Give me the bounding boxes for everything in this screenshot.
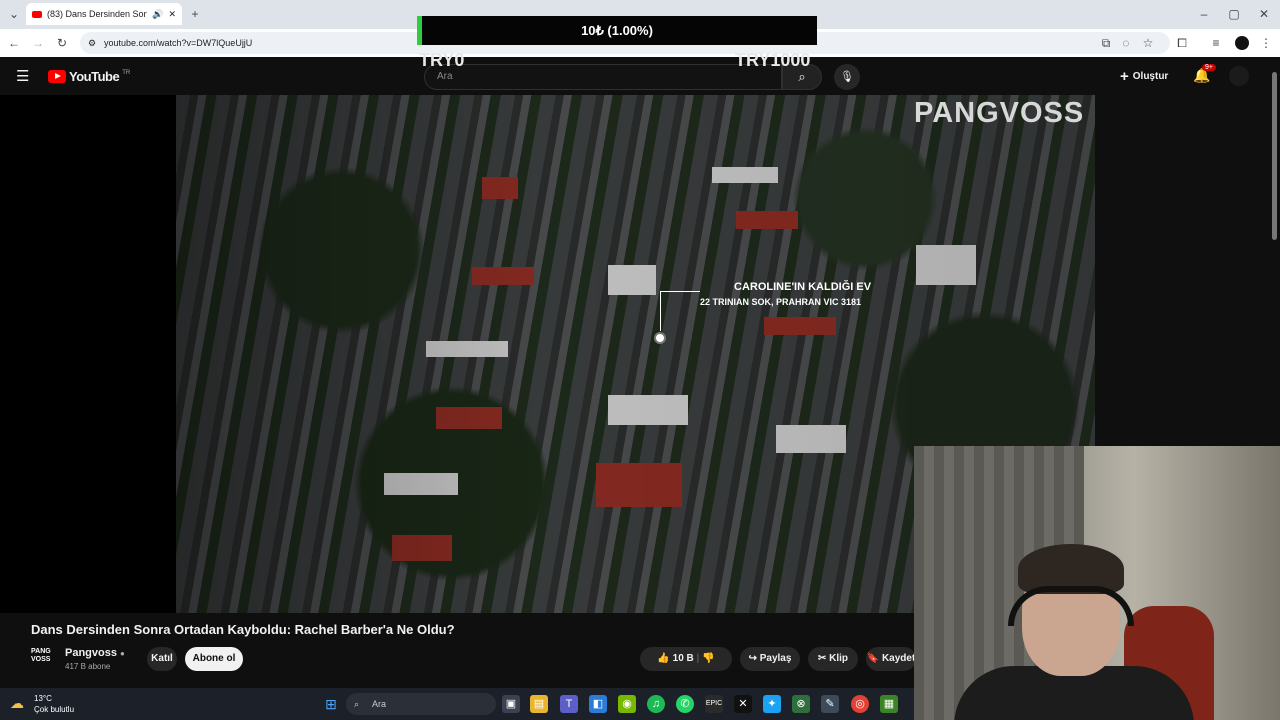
- audio-icon[interactable]: 🔊: [152, 9, 163, 20]
- share-label: Paylaş: [759, 653, 792, 664]
- join-button[interactable]: Katıl: [147, 647, 177, 671]
- close-tab-icon[interactable]: ✕: [168, 9, 176, 20]
- reload-icon[interactable]: ↻: [52, 29, 72, 57]
- file-explorer-icon[interactable]: ▤: [530, 695, 548, 713]
- notepad-icon[interactable]: ✎: [821, 695, 839, 713]
- youtube-favicon-icon: [32, 10, 42, 18]
- capcut-icon[interactable]: ✕: [734, 695, 752, 713]
- back-icon[interactable]: ←: [4, 29, 24, 57]
- profile-avatar[interactable]: [1235, 36, 1249, 50]
- save-label: Kaydet: [881, 653, 916, 664]
- microphone-icon: 🎙: [840, 71, 854, 83]
- youtube-logo[interactable]: YouTube TR: [48, 69, 130, 84]
- page-scrollbar[interactable]: [1272, 72, 1277, 240]
- search-input[interactable]: Ara: [424, 64, 782, 90]
- location-label: CAROLINE'IN KALDIĞI EV: [734, 281, 872, 293]
- donation-min-label: TRY0: [419, 50, 465, 70]
- bookmark-star-icon[interactable]: ☆: [1138, 29, 1158, 57]
- play-logo-icon: [48, 70, 66, 83]
- address-label: 22 TRINIAN SOK, PRAHRAN VIC 3181: [700, 297, 862, 307]
- bookmark-icon: 🔖: [866, 653, 880, 664]
- search-placeholder: Ara: [437, 71, 453, 82]
- epic-games-icon[interactable]: EPIC: [705, 695, 723, 713]
- webcam-overlay: [914, 446, 1280, 720]
- new-tab-icon[interactable]: +: [185, 0, 205, 28]
- like-dislike-segment[interactable]: 👍 10 B | 👎: [640, 647, 732, 671]
- donation-progress-text: 10₺ (1.00%): [581, 23, 653, 38]
- scissors-icon: ✂: [817, 653, 827, 664]
- channel-name: Pangvoss: [65, 647, 117, 659]
- twitter-icon[interactable]: ✦: [763, 695, 781, 713]
- like-count: 10 B: [672, 653, 694, 664]
- weather-temperature[interactable]: 13°C: [34, 694, 52, 703]
- dislike-icon[interactable]: 👎: [702, 653, 714, 664]
- callout-line-h: [660, 291, 700, 292]
- video-title: Dans Dersinden Sonra Ortadan Kayboldu: R…: [31, 622, 455, 637]
- logo-text: YouTube: [69, 69, 120, 84]
- minimize-icon[interactable]: –: [1194, 0, 1214, 28]
- save-button[interactable]: 🔖 Kaydet: [866, 647, 916, 671]
- spotify-icon[interactable]: ♫: [647, 695, 665, 713]
- hamburger-icon[interactable]: ☰: [16, 67, 29, 85]
- headset: [1008, 586, 1134, 626]
- site-info-icon[interactable]: ⚙: [88, 32, 96, 54]
- donation-max-label: TRY1000: [735, 50, 811, 70]
- whatsapp-icon[interactable]: ✆: [676, 695, 694, 713]
- menu-icon[interactable]: ⋮: [1256, 29, 1276, 57]
- verified-icon: ●: [120, 649, 125, 658]
- subscribe-button[interactable]: Abone ol: [185, 647, 243, 671]
- extensions-icon[interactable]: ⧠: [1172, 29, 1192, 57]
- plus-icon: +: [1120, 68, 1129, 85]
- clip-button[interactable]: ✂ Klip: [808, 647, 858, 671]
- maximize-icon[interactable]: ▢: [1224, 0, 1244, 28]
- like-icon[interactable]: 👍: [657, 653, 669, 664]
- browser-tab[interactable]: (83) Dans Dersinden Sonra 🔊 ✕: [26, 3, 182, 25]
- xbox-icon[interactable]: ⊗: [792, 695, 810, 713]
- channel-avatar[interactable]: PANG VOSS: [31, 648, 59, 668]
- tab-list-icon[interactable]: ⌄: [4, 0, 24, 28]
- store-icon[interactable]: ◧: [589, 695, 607, 713]
- weather-description[interactable]: Çok bulutlu: [34, 705, 74, 714]
- callout-line: [660, 291, 661, 331]
- media-icon[interactable]: ≡: [1206, 29, 1226, 57]
- share-button[interactable]: ↪ Paylaş: [740, 647, 800, 671]
- notification-badge: 9+: [1202, 64, 1216, 71]
- notifications-button[interactable]: 🔔 9+: [1193, 64, 1216, 84]
- tab-title: (83) Dans Dersinden Sonra: [47, 9, 148, 19]
- channel-watermark: PANGVOSS: [914, 97, 1085, 129]
- youtube-masthead: ☰ YouTube TR Ara ⌕ 🎙 + Oluştur 🔔 9+: [0, 57, 1280, 95]
- location-pin-icon: [654, 332, 666, 344]
- url-text: youtube.com/watch?v=DW7lQueUjjU: [104, 38, 253, 48]
- weather-cloud-icon[interactable]: ☁: [10, 695, 24, 712]
- windows-start-icon[interactable]: ⊞: [322, 695, 340, 713]
- subscriber-count: 417 B abone: [65, 662, 111, 671]
- nvidia-icon[interactable]: ◉: [618, 695, 636, 713]
- install-icon[interactable]: ⧉: [1096, 29, 1116, 57]
- donation-goal-bar: 10₺ (1.00%): [417, 16, 817, 45]
- taskbar-search-icon: ⌕: [354, 699, 360, 709]
- share-icon: ↪: [748, 653, 757, 664]
- create-button[interactable]: + Oluştur: [1120, 68, 1168, 85]
- voice-search-button[interactable]: 🎙: [834, 64, 860, 90]
- close-window-icon[interactable]: ✕: [1254, 0, 1274, 28]
- taskbar-search-label: Ara: [372, 699, 387, 709]
- clip-label: Klip: [829, 653, 849, 664]
- forward-icon[interactable]: →: [28, 29, 48, 57]
- search-icon: ⌕: [798, 69, 806, 84]
- minecraft-icon[interactable]: ▦: [880, 695, 898, 713]
- region-code: TR: [122, 69, 131, 76]
- teams-icon[interactable]: T: [560, 695, 578, 713]
- eye-off-icon[interactable]: ◌: [1116, 29, 1136, 57]
- channel-name-link[interactable]: Pangvoss ●: [65, 647, 125, 659]
- chrome-icon[interactable]: ◎: [851, 695, 869, 713]
- task-view-icon[interactable]: ▣: [502, 695, 520, 713]
- taskbar-search[interactable]: ⌕ Ara: [346, 693, 496, 715]
- account-avatar[interactable]: [1229, 66, 1249, 86]
- create-label: Oluştur: [1132, 71, 1169, 82]
